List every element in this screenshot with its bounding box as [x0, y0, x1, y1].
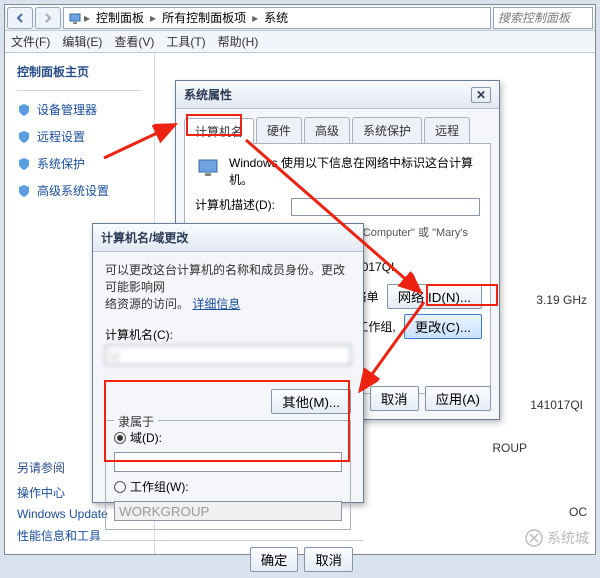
close-icon[interactable]: ✕: [471, 87, 491, 103]
intro-text-1: 可以更改这台计算机的名称和成员身份。更改可能影响网: [105, 263, 345, 294]
desc-input[interactable]: [291, 198, 480, 216]
tab-hardware[interactable]: 硬件: [256, 117, 302, 143]
sidebar-item-device-manager[interactable]: 设备管理器: [17, 101, 142, 118]
name-change-dialog: 计算机名/域更改 可以更改这台计算机的名称和成员身份。更改可能影响网 络资源的访…: [92, 223, 364, 503]
crumb-system[interactable]: 系统: [260, 9, 292, 26]
crumb-control-panel[interactable]: 控制面板: [92, 9, 148, 26]
oc-label: OC: [569, 505, 587, 519]
tab-computer-name[interactable]: 计算机名: [184, 118, 254, 144]
shield-icon: [17, 184, 31, 198]
apply-button[interactable]: 应用(A): [425, 386, 491, 411]
shield-icon: [17, 103, 31, 117]
change-button[interactable]: 更改(C)...: [404, 314, 482, 339]
menu-file[interactable]: 文件(F): [11, 33, 50, 50]
dialog-title: 系统属性: [184, 86, 232, 103]
computer-icon: [195, 154, 223, 182]
domain-radio-row[interactable]: 域(D):: [114, 429, 342, 446]
forward-button[interactable]: [35, 7, 61, 29]
intro-text-2: 络资源的访问。: [105, 297, 189, 311]
dialog-titlebar[interactable]: 系统属性 ✕: [176, 81, 499, 109]
menu-edit[interactable]: 编辑(E): [62, 33, 102, 50]
menu-view[interactable]: 查看(V): [114, 33, 154, 50]
group-legend: 隶属于: [114, 413, 158, 430]
tab-protection[interactable]: 系统保护: [352, 117, 422, 143]
breadcrumb[interactable]: ▸ 控制面板 ▸ 所有控制面板项 ▸ 系统: [63, 7, 491, 29]
spec-ghz: 3.19 GHz: [536, 293, 587, 307]
more-button[interactable]: 其他(M)...: [271, 389, 351, 414]
workgroup-suffix: 141017QI: [530, 398, 583, 412]
computer-name-label: 计算机名(C):: [105, 326, 351, 343]
menu-tools[interactable]: 工具(T): [166, 33, 205, 50]
search-input[interactable]: 搜索控制面板: [493, 7, 593, 29]
shield-icon: [17, 130, 31, 144]
ok-button[interactable]: 确定: [250, 547, 299, 572]
domain-input[interactable]: [114, 452, 342, 472]
back-button[interactable]: [7, 7, 33, 29]
details-link[interactable]: 详细信息: [192, 297, 240, 311]
desc-label: 计算机描述(D):: [195, 196, 285, 216]
network-id-button[interactable]: 网络 ID(N)...: [387, 284, 482, 309]
tab-advanced[interactable]: 高级: [304, 117, 350, 143]
group-label: ROUP: [492, 441, 527, 455]
sidebar-item-remote[interactable]: 远程设置: [17, 128, 142, 145]
cancel-button[interactable]: 取消: [370, 386, 419, 411]
dialog-title: 计算机名/域更改: [101, 229, 188, 246]
sidebar-item-protection[interactable]: 系统保护: [17, 155, 142, 172]
computer-icon: [68, 11, 82, 25]
radio-icon[interactable]: [114, 481, 126, 493]
chevron-right-icon: ▸: [150, 11, 156, 25]
address-bar: ▸ 控制面板 ▸ 所有控制面板项 ▸ 系统 搜索控制面板: [5, 5, 595, 31]
crumb-all-items[interactable]: 所有控制面板项: [158, 9, 250, 26]
tab-remote[interactable]: 远程: [424, 117, 470, 143]
chevron-right-icon: ▸: [252, 11, 258, 25]
cancel-button[interactable]: 取消: [304, 547, 353, 572]
member-of-group: 隶属于 域(D): 工作组(W):: [105, 420, 351, 530]
shield-icon: [17, 157, 31, 171]
menu-help[interactable]: 帮助(H): [218, 33, 259, 50]
sidebar-title: 控制面板主页: [17, 63, 142, 80]
watermark: 系统城: [525, 528, 589, 548]
chevron-right-icon: ▸: [84, 11, 90, 25]
domain-label: 域(D):: [130, 429, 162, 446]
menu-bar: 文件(F) 编辑(E) 查看(V) 工具(T) 帮助(H): [5, 31, 595, 53]
dialog-titlebar[interactable]: 计算机名/域更改: [93, 224, 363, 252]
desc-text: Windows 使用以下信息在网络中标识这台计算机。: [229, 154, 480, 188]
workgroup-radio-row[interactable]: 工作组(W):: [114, 478, 342, 495]
computer-name-input[interactable]: [105, 345, 351, 365]
radio-icon[interactable]: [114, 432, 126, 444]
fullname-preview: [105, 371, 351, 385]
sidebar-item-advanced[interactable]: 高级系统设置: [17, 182, 142, 199]
workgroup-input: [114, 501, 342, 521]
workgroup-label: 工作组(W):: [130, 478, 189, 495]
tab-strip: 计算机名 硬件 高级 系统保护 远程: [184, 117, 491, 144]
